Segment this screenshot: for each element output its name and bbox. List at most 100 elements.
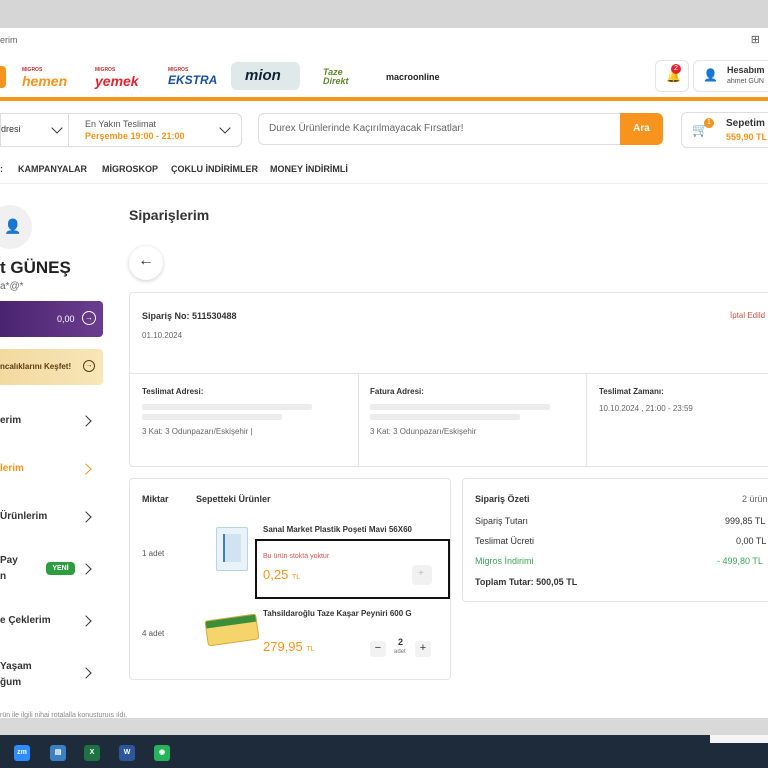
chevron-right-icon [80,667,92,679]
products-panel: Miktar Sepetteki Ürünler 1 adet Sanal Ma… [129,478,451,680]
browser-tabbar [0,0,768,28]
product-qty: 4 adet [142,629,165,638]
product-image-bag [216,527,248,571]
summary-row-label: Teslimat Ücreti [475,536,535,546]
nav-migroskop[interactable]: MİGROSKOP [102,164,158,174]
taskbar-tray [710,735,768,743]
back-button[interactable]: ← [129,246,163,280]
address-bar[interactable]: erim ⊞ [0,28,768,53]
summary-discount-label: Migros İndirimi [475,556,534,566]
category-nav: : KAMPANYALAR MİGROSKOP ÇOKLU İNDİRİMLER… [0,155,768,184]
brand-mion[interactable]: mion [231,62,300,90]
site-header: MIGROS hemen MIGROS yemek MIGROS EKSTRA mio… [0,52,768,98]
quantity-stepper[interactable]: − 2 adet + [370,636,434,660]
order-number: Sipariş No: 511530488 [142,311,237,321]
delivery-time-value: 10.10.2024 , 21:00 - 23:59 [599,404,693,413]
explore-card[interactable]: ncalıklarını Keşfet! → [0,349,103,385]
notifications-button[interactable]: 🔔 2 [655,60,689,92]
order-status: İptal Edild [730,311,766,320]
order-info-card: Sipariş No: 511530488 01.10.2024 İptal E… [129,292,768,375]
invoice-address-text: 3 Kat: 3 Odunpazarı/Eskişehir [370,427,477,436]
account-user: ahmet GÜN [727,78,764,85]
user-icon: 👤 [4,218,22,234]
search-button[interactable]: Ara [620,113,663,145]
chevron-right-icon [80,511,92,523]
chevron-down-icon [219,122,231,134]
plus-button[interactable]: + [415,641,431,657]
cart-total: 559,90 TL [726,132,768,142]
logo-fragment[interactable] [0,66,6,88]
summary-row-label: Sipariş Tutarı [475,516,529,526]
word-icon[interactable]: W [119,745,135,761]
brand-yemek[interactable]: MIGROS yemek [95,68,139,90]
page-title: Siparişlerim [129,207,210,223]
money-value: 0,00 [57,314,75,324]
os-taskbar: zm ▤ X W ◉ [0,735,768,768]
summary-discount-value: - 499,80 TL [717,556,763,566]
chevron-right-icon [80,415,92,427]
explore-label: ncalıklarını Keşfet! [0,362,72,371]
delivery-address-text: 3 Kat: 3 Odunpazarı/Eskişehir | [142,427,253,436]
sidebar-user-email: a*@* [0,281,24,292]
nav-money-indirimli[interactable]: MONEY İNDİRİMLİ [270,164,348,174]
cart-count-badge: 1 [704,118,714,128]
sidebar-item-2[interactable]: Ürünlerim [0,506,100,526]
arrow-right-circle-icon: → [83,360,95,372]
arrow-right-circle-icon: → [82,311,96,325]
excel-icon[interactable]: X [84,745,100,761]
product-name[interactable]: Tahsildaroğlu Taze Kaşar Peyniri 600 G [263,609,412,618]
stock-note: Bu ürün stokta yoktur [263,553,330,560]
brand-taze-direkt[interactable]: Taze Direkt [323,68,359,86]
summary-row-value: 0,00 TL [736,536,767,546]
column-header-qty: Miktar [142,494,169,504]
user-icon: 👤 [703,68,718,82]
extensions-icon[interactable]: ⊞ [751,33,760,46]
invoice-address-label: Fatura Adresi: [370,387,424,396]
sidebar-item-0[interactable]: erim [0,410,100,430]
nav-kampanyalar[interactable]: KAMPANYALAR [18,164,87,174]
address-selector[interactable]: dresi [0,113,69,147]
summary-title: Sipariş Özeti [475,494,530,504]
brand-hemen[interactable]: MIGROS hemen [22,68,67,90]
minus-button[interactable]: − [370,641,386,657]
search-row: dresi En Yakın Teslimat Perşembe 19:00 -… [0,101,768,155]
product-name[interactable]: Sanal Market Plastik Poşeti Mavi 56X60 [263,525,412,534]
summary-total: Toplam Tutar: 500,05 TL [475,577,578,587]
search-input[interactable]: Durex Ürünlerinde Kaçırılmayacak Fırsatl… [258,113,622,145]
product-image-cheese [204,613,260,647]
money-card[interactable]: 0,00 → [0,301,103,337]
product-price: 0,25 TL [263,567,301,582]
product-qty: 1 adet [142,549,165,558]
arrow-left-icon: ← [138,252,154,269]
main-content: 👤 t GÜNEŞ a*@* 0,00 → ncalıklarını Keşfe… [0,184,768,718]
explorer-icon[interactable]: ▤ [50,745,66,761]
product-price: 279,95 TL [263,639,315,654]
delivery-address-label: Teslimat Adresi: [142,387,204,396]
app-icon[interactable]: ◉ [154,745,170,761]
delivery-time-label: Teslimat Zamanı: [599,387,664,396]
order-date: 01.10.2024 [142,331,183,340]
order-summary: Sipariş Özeti 2 ürün Sipariş Tutarı 999,… [462,478,768,602]
sidebar-item-3[interactable]: Pay n YENİ [0,550,100,586]
notification-badge: 2 [671,64,681,74]
account-button[interactable]: 👤 Hesabım ahmet GÜN [693,60,768,92]
chevron-right-icon [80,563,92,575]
cart-button[interactable]: 🛒 1 Sepetim 559,90 TL [681,112,768,148]
new-badge: YENİ [46,562,75,575]
nav-coklu-indirimler[interactable]: ÇOKLU İNDİRİMLER [171,164,258,174]
brand-macroonline[interactable]: macroonline [386,72,440,82]
cart-label: Sepetim [726,118,765,129]
stepper-unit: adet [394,649,406,655]
delivery-slot-selector[interactable]: En Yakın Teslimat Perşembe 19:00 - 21:00 [68,113,242,147]
zoom-icon[interactable]: zm [14,745,30,761]
chevron-right-icon [80,615,92,627]
plus-icon: + [418,568,424,579]
stepper-value: 2 [398,637,404,647]
avatar: 👤 [0,205,32,249]
brand-ekstra[interactable]: MIGROS EKSTRA [168,68,217,88]
add-button-disabled[interactable]: + [412,565,432,585]
sidebar-item-4[interactable]: e Çeklerim [0,610,100,630]
sidebar-item-1[interactable]: lerim [0,458,100,478]
address-card: Teslimat Adresi: 3 Kat: 3 Odunpazarı/Esk… [129,373,768,467]
sidebar-item-5[interactable]: Yaşam ğum [0,656,100,692]
